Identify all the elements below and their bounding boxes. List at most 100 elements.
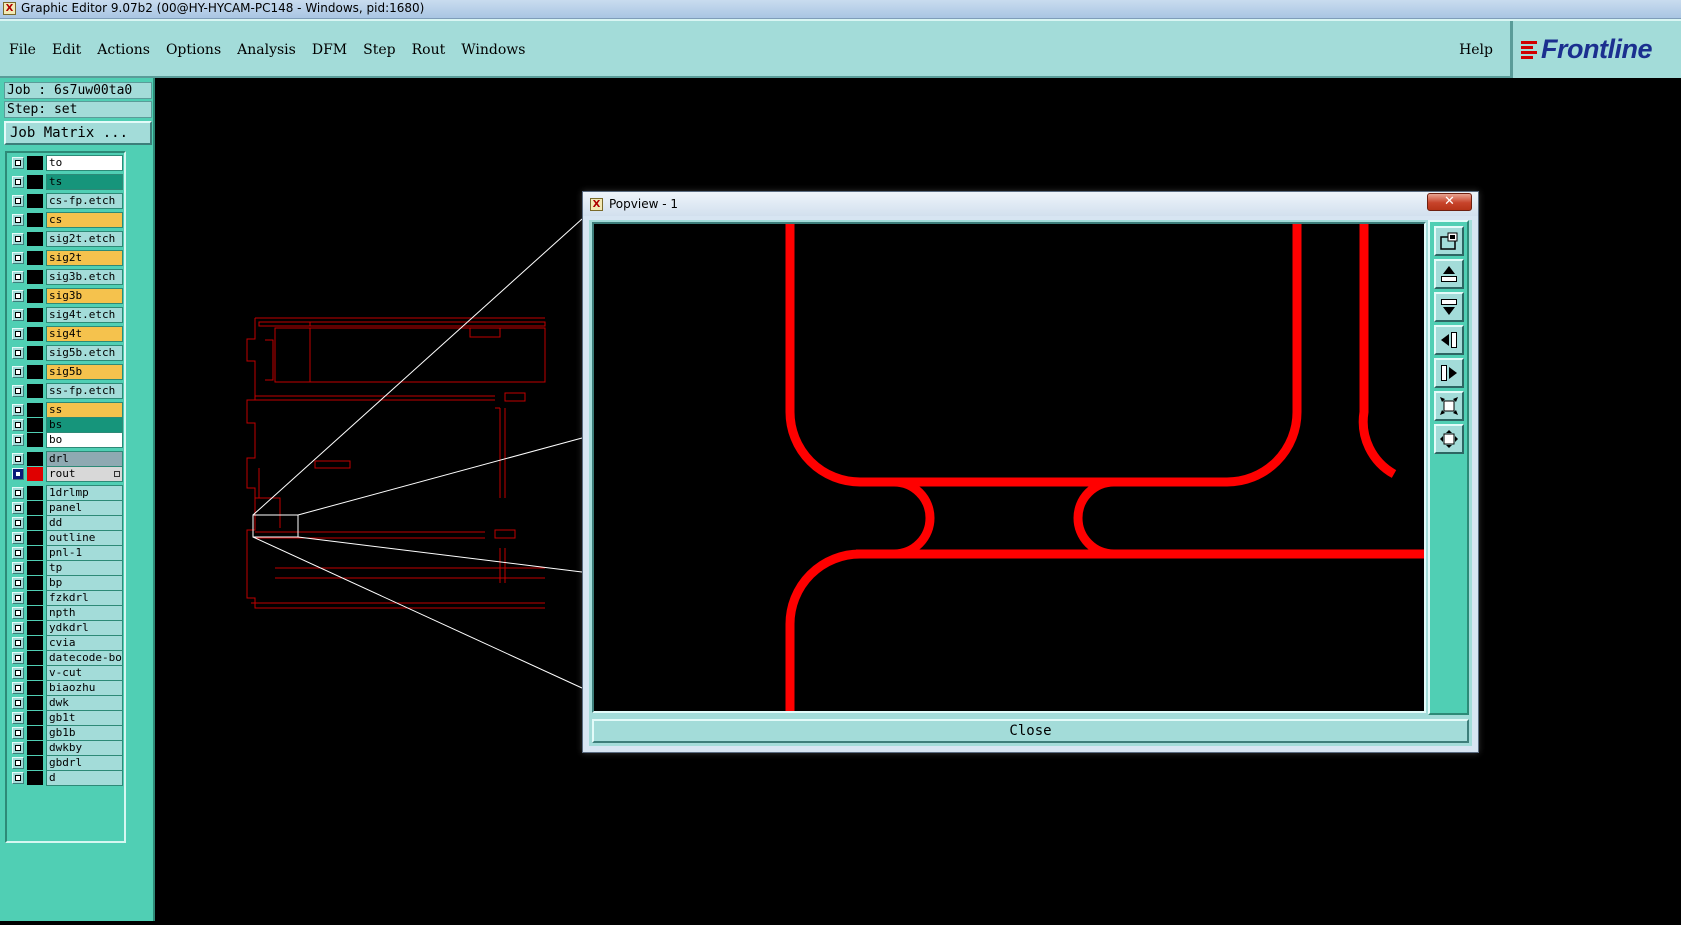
layer-name[interactable]: to	[46, 155, 123, 171]
layer-color-swatch[interactable]	[27, 621, 43, 635]
layer-checkbox[interactable]	[12, 233, 24, 245]
layer-color-swatch[interactable]	[27, 346, 43, 360]
layer-row-sig5b[interactable]: sig5b	[10, 364, 123, 380]
layer-name[interactable]: sig5b	[46, 364, 123, 380]
layer-checkbox[interactable]	[12, 502, 24, 514]
layer-color-swatch[interactable]	[27, 327, 43, 341]
layer-row-sig4t[interactable]: sig4t	[10, 326, 123, 342]
layer-checkbox[interactable]	[12, 157, 24, 169]
layer-name[interactable]: sig2t	[46, 250, 123, 266]
layer-checkbox[interactable]	[12, 385, 24, 397]
layer-row-dwkby[interactable]: dwkby	[10, 740, 123, 756]
layer-color-swatch[interactable]	[27, 403, 43, 417]
layer-name[interactable]: cs-fp.etch	[46, 193, 123, 209]
layer-checkbox[interactable]	[12, 328, 24, 340]
layer-row-datecode-bo[interactable]: datecode-bo	[10, 650, 123, 666]
layer-checkbox[interactable]	[12, 667, 24, 679]
layer-color-swatch[interactable]	[27, 467, 43, 481]
layer-color-swatch[interactable]	[27, 308, 43, 322]
layer-checkbox[interactable]	[12, 453, 24, 465]
layer-color-swatch[interactable]	[27, 516, 43, 530]
layer-checkbox[interactable]	[12, 252, 24, 264]
menu-windows[interactable]: Windows	[461, 42, 525, 58]
layer-color-swatch[interactable]	[27, 365, 43, 379]
layer-row-sig3b[interactable]: sig3b	[10, 288, 123, 304]
layer-checkbox[interactable]	[12, 712, 24, 724]
layer-checkbox[interactable]	[12, 404, 24, 416]
layer-row-rout[interactable]: rout	[10, 466, 123, 482]
menu-actions[interactable]: Actions	[97, 42, 150, 58]
move-left-button[interactable]	[1434, 325, 1464, 355]
layer-checkbox[interactable]	[12, 419, 24, 431]
layer-name[interactable]: npth	[46, 605, 123, 621]
layer-row-ts[interactable]: ts	[10, 174, 123, 190]
layer-color-swatch[interactable]	[27, 418, 43, 432]
layer-row-fzkdrl[interactable]: fzkdrl	[10, 590, 123, 606]
layer-name[interactable]: sig3b	[46, 288, 123, 304]
layer-color-swatch[interactable]	[27, 175, 43, 189]
layer-color-swatch[interactable]	[27, 666, 43, 680]
layer-row-cvia[interactable]: cvia	[10, 635, 123, 651]
layer-checkbox[interactable]	[12, 195, 24, 207]
layer-row-gbdrl[interactable]: gbdrl	[10, 755, 123, 771]
layer-row-v-cut[interactable]: v-cut	[10, 665, 123, 681]
layer-color-swatch[interactable]	[27, 591, 43, 605]
layer-color-swatch[interactable]	[27, 546, 43, 560]
layer-checkbox[interactable]	[12, 547, 24, 559]
layer-name[interactable]: cs	[46, 212, 123, 228]
layer-color-swatch[interactable]	[27, 194, 43, 208]
layer-checkbox[interactable]	[12, 487, 24, 499]
popview-close-icon[interactable]: ✕	[1427, 193, 1472, 211]
layer-color-swatch[interactable]	[27, 433, 43, 447]
job-matrix-button[interactable]: Job Matrix ...	[4, 121, 152, 145]
layer-row-bo[interactable]: bo	[10, 432, 123, 448]
menu-dfm[interactable]: DFM	[312, 42, 347, 58]
zoom-in-button[interactable]	[1434, 424, 1464, 454]
layer-row-dd[interactable]: dd	[10, 515, 123, 531]
layer-row-cs[interactable]: cs	[10, 212, 123, 228]
layer-name[interactable]: dd	[46, 515, 123, 531]
layer-color-swatch[interactable]	[27, 452, 43, 466]
layer-name[interactable]: d	[46, 770, 123, 786]
layer-checkbox[interactable]	[12, 214, 24, 226]
layer-color-swatch[interactable]	[27, 501, 43, 515]
layer-name[interactable]: bp	[46, 575, 123, 591]
layer-row-d[interactable]: d	[10, 770, 123, 786]
layer-color-swatch[interactable]	[27, 232, 43, 246]
layer-color-swatch[interactable]	[27, 289, 43, 303]
menu-edit[interactable]: Edit	[52, 42, 81, 58]
layer-row-drl[interactable]: drl	[10, 451, 123, 467]
layer-checkbox[interactable]	[12, 742, 24, 754]
layer-name[interactable]: datecode-bo	[46, 650, 123, 666]
layer-name[interactable]: pnl-1	[46, 545, 123, 561]
layer-checkbox[interactable]	[12, 772, 24, 784]
layer-name[interactable]: tp	[46, 560, 123, 576]
move-down-button[interactable]	[1434, 292, 1464, 322]
layer-checkbox[interactable]	[12, 637, 24, 649]
layer-checkbox[interactable]	[12, 592, 24, 604]
layer-color-swatch[interactable]	[27, 636, 43, 650]
layer-checkbox[interactable]	[12, 697, 24, 709]
layer-checkbox[interactable]	[12, 434, 24, 446]
layer-row-panel[interactable]: panel	[10, 500, 123, 516]
layer-name[interactable]: outline	[46, 530, 123, 546]
layer-row-sig3b.etch[interactable]: sig3b.etch	[10, 269, 123, 285]
layer-name[interactable]: cvia	[46, 635, 123, 651]
layer-name[interactable]: bs	[46, 417, 123, 433]
layer-name[interactable]: sig2t.etch	[46, 231, 123, 247]
layer-name[interactable]: fzkdrl	[46, 590, 123, 606]
layer-color-swatch[interactable]	[27, 681, 43, 695]
layer-checkbox[interactable]	[12, 652, 24, 664]
layer-checkbox[interactable]	[12, 562, 24, 574]
layer-row-biaozhu[interactable]: biaozhu	[10, 680, 123, 696]
layer-name[interactable]: drl	[46, 451, 123, 467]
layer-name[interactable]: sig4t	[46, 326, 123, 342]
layer-color-swatch[interactable]	[27, 486, 43, 500]
layer-row-sig5b.etch[interactable]: sig5b.etch	[10, 345, 123, 361]
layer-color-swatch[interactable]	[27, 771, 43, 785]
menu-help[interactable]: Help	[1459, 21, 1493, 78]
layer-checkbox[interactable]	[12, 176, 24, 188]
layer-color-swatch[interactable]	[27, 606, 43, 620]
layer-name[interactable]: sig5b.etch	[46, 345, 123, 361]
menu-rout[interactable]: Rout	[412, 42, 446, 58]
